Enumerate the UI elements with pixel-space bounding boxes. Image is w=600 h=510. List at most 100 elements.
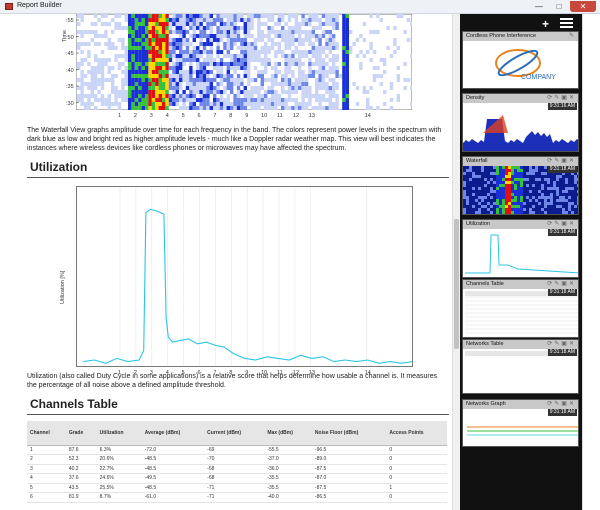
card-action-icons[interactable]: ⟳✎▣✕ [547, 94, 576, 103]
waterfall-cell [301, 82, 305, 86]
waterfall-cell [80, 82, 84, 86]
waterfall-cell [250, 18, 254, 22]
waterfall-cell [165, 26, 169, 30]
waterfall-cell [294, 86, 298, 90]
waterfall-cell [304, 74, 309, 78]
waterfall-cell [131, 90, 135, 94]
channels-column-header[interactable]: Noise Floor (dBm) [311, 421, 387, 446]
sidebar-card[interactable]: Density ⟳✎▣✕ 9:31:16 AM [462, 93, 579, 152]
waterfall-cell [165, 98, 169, 102]
waterfall-cell [158, 54, 162, 58]
waterfall-cell [257, 86, 261, 90]
table-cell: -48.5 [141, 483, 205, 493]
waterfall-cell [257, 54, 261, 58]
waterfall-cell [155, 62, 159, 66]
waterfall-cell [155, 54, 159, 58]
channels-column-header[interactable]: Average (dBm) [141, 421, 205, 446]
waterfall-cell [270, 18, 275, 22]
waterfall-cell [165, 46, 169, 50]
waterfall-cell [168, 94, 173, 98]
waterfall-cell [172, 46, 176, 50]
waterfall-cell [209, 30, 213, 34]
card-action-icons[interactable]: ⟳✎▣✕ [547, 157, 576, 166]
waterfall-cell [138, 54, 142, 58]
waterfall-cell [240, 38, 244, 42]
sidebar-card[interactable]: Networks Table ⟳✎▣✕ 9:31:18 AM [462, 339, 579, 394]
waterfall-cell [383, 102, 387, 106]
waterfall-cell [287, 38, 292, 42]
sidebar-card[interactable]: Cordless Phone Interference ✎ COMPANY [462, 31, 579, 89]
card-action-icons[interactable]: ✎ [569, 32, 576, 41]
sidebar-card[interactable]: Waterfall ⟳✎▣✕ 9:31:18 AM [462, 156, 579, 215]
waterfall-cell [168, 66, 173, 70]
waterfall-cell [100, 78, 105, 82]
waterfall-cell [219, 14, 224, 18]
waterfall-cell [199, 42, 203, 46]
waterfall-cell [291, 30, 295, 34]
menu-icon[interactable] [560, 18, 573, 29]
waterfall-cell [369, 14, 373, 18]
waterfall-cell [172, 62, 176, 66]
waterfall-cell [359, 62, 363, 66]
close-button[interactable]: ✕ [570, 1, 596, 12]
waterfall-cell [410, 54, 412, 58]
sidebar-card[interactable]: Utilization ⟳✎▣✕ 9:31:18 AM [462, 219, 579, 278]
waterfall-cell [321, 70, 326, 74]
document-scrollbar[interactable] [452, 14, 460, 510]
waterfall-cell [270, 14, 275, 18]
waterfall-cell [158, 66, 162, 70]
channels-column-header[interactable]: Max (dBm) [264, 421, 312, 446]
waterfall-cell [134, 30, 139, 34]
waterfall-cell [107, 78, 111, 82]
minimize-button[interactable]: — [530, 1, 548, 12]
channels-column-header[interactable]: Access Points [386, 421, 447, 446]
waterfall-cell [226, 62, 230, 66]
waterfall-cell [318, 70, 322, 74]
card-action-icons[interactable]: ⟳✎▣✕ [547, 280, 576, 289]
waterfall-cell [175, 30, 179, 34]
waterfall-cell [233, 22, 237, 26]
channels-column-header[interactable]: Utilization [96, 421, 142, 446]
waterfall-cell [345, 14, 349, 18]
waterfall-cell [206, 106, 210, 110]
waterfall-cell [243, 102, 247, 106]
waterfall-cell [226, 74, 230, 78]
waterfall-cell [264, 106, 268, 110]
waterfall-cell [94, 66, 98, 70]
waterfall-cell [264, 22, 268, 26]
waterfall-cell [134, 70, 139, 74]
waterfall-cell [253, 54, 258, 58]
waterfall-cell [219, 34, 224, 38]
waterfall-cell [158, 74, 162, 78]
scrollbar-thumb[interactable] [454, 219, 459, 349]
channels-column-header[interactable]: Grade [65, 421, 97, 446]
waterfall-cell [145, 54, 149, 58]
channels-column-header[interactable]: Channel [27, 421, 66, 446]
waterfall-cell [80, 74, 84, 78]
maximize-button[interactable]: □ [550, 1, 568, 12]
waterfall-cell [134, 58, 139, 62]
waterfall-cell [162, 90, 166, 94]
waterfall-cell [202, 26, 207, 30]
waterfall-cell [179, 34, 183, 38]
sidebar-card[interactable]: Networks Graph ⟳✎▣✕ 9:31:18 AM [462, 399, 579, 447]
waterfall-cell [294, 78, 298, 82]
waterfall-cell [267, 34, 271, 38]
waterfall-cell [304, 54, 309, 58]
waterfall-cell [168, 18, 173, 22]
waterfall-cell [111, 66, 115, 70]
channels-column-header[interactable]: Current (dBm) [204, 421, 265, 446]
sidebar-card[interactable]: Channels Table ⟳✎▣✕ 9:31:18 AM [462, 279, 579, 338]
waterfall-cell [138, 18, 142, 22]
card-action-icons[interactable]: ⟳✎▣✕ [547, 340, 576, 349]
table-cell: -40.0 [264, 492, 312, 503]
waterfall-cell [332, 42, 336, 46]
waterfall-cell [128, 86, 132, 90]
waterfall-cell [131, 98, 135, 102]
card-action-icons[interactable]: ⟳✎▣✕ [547, 220, 576, 229]
waterfall-cell [403, 78, 407, 82]
waterfall-cell [332, 90, 336, 94]
add-item-button[interactable]: + [542, 17, 549, 31]
card-action-icons[interactable]: ⟳✎▣✕ [547, 400, 576, 409]
waterfall-cell [141, 26, 145, 30]
